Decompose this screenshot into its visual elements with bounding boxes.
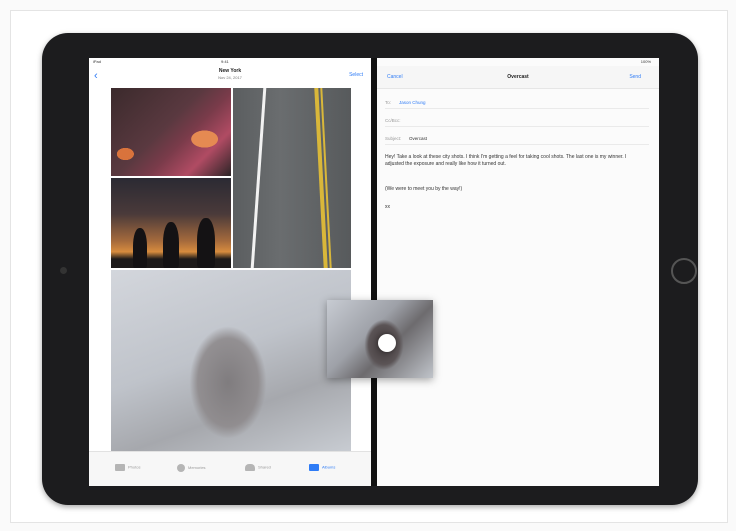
tab-label: Photos	[128, 464, 141, 470]
subject-field[interactable]: Subject: Overcast	[385, 132, 649, 145]
portrait-figure	[153, 278, 303, 452]
compose-header: Cancel Overcast Send	[377, 66, 659, 89]
silhouette-person	[163, 222, 179, 268]
photo-road[interactable]	[233, 88, 351, 268]
tab-label: Memories	[188, 465, 206, 471]
tab-memories[interactable]: Memories	[177, 464, 206, 474]
status-time: 9:41	[221, 59, 229, 64]
album-subtitle: Nov 24, 2017	[218, 75, 242, 80]
cc-bcc-label: Cc/Bcc:	[385, 118, 401, 123]
to-recipient[interactable]: Jason Chung	[399, 100, 426, 105]
photo-oranges[interactable]	[111, 88, 231, 176]
album-title: New York	[218, 68, 242, 74]
photo-silhouettes[interactable]	[111, 178, 231, 268]
tab-albums[interactable]: Albums	[309, 464, 335, 474]
status-bar: iPad 9:41	[89, 58, 371, 66]
tab-photos[interactable]: Photos	[115, 464, 140, 474]
silhouette-person	[197, 218, 215, 268]
status-battery: 100%	[640, 59, 651, 64]
home-button[interactable]	[671, 258, 697, 284]
silhouette-person	[133, 228, 147, 268]
road-marking	[250, 88, 267, 268]
photos-pane: iPad 9:41 ‹ New York Nov 24, 2017 Select…	[89, 58, 371, 486]
photos-nav-bar: ‹ New York Nov 24, 2017 Select	[89, 66, 371, 88]
photos-tab-bar: Photos Memories Shared Albums	[89, 451, 371, 486]
touch-indicator	[378, 334, 396, 352]
to-label: To:	[385, 100, 392, 105]
message-body-paragraph[interactable]: Hey! Take a look at these city shots. I …	[385, 154, 630, 168]
select-button[interactable]: Select	[349, 72, 363, 78]
photo-hair-portrait[interactable]	[111, 270, 351, 452]
status-bar: 100%	[377, 58, 659, 66]
to-field[interactable]: To: Jason Chung	[385, 96, 649, 109]
cloud-icon	[245, 464, 255, 471]
photos-icon	[115, 464, 125, 471]
ipad-screen: iPad 9:41 ‹ New York Nov 24, 2017 Select…	[89, 58, 659, 486]
tab-shared[interactable]: Shared	[245, 464, 271, 474]
subject-value[interactable]: Overcast	[409, 136, 427, 141]
tab-label: Albums	[322, 464, 336, 470]
status-carrier: iPad	[93, 59, 102, 64]
mail-compose-pane: 100% Cancel Overcast Send To: Jason Chun…	[377, 58, 659, 486]
albums-icon	[309, 464, 319, 471]
compose-title: Overcast	[507, 74, 529, 80]
subject-label: Subject:	[385, 136, 402, 141]
memories-icon	[177, 464, 185, 472]
tab-label: Shared	[258, 464, 271, 470]
message-signature[interactable]: xx	[385, 204, 630, 211]
cc-bcc-field[interactable]: Cc/Bcc:	[385, 114, 649, 127]
message-body-paragraph[interactable]: (We were to meet you by the way!)	[385, 186, 630, 193]
send-button[interactable]: Send	[629, 74, 641, 80]
front-camera	[60, 267, 67, 274]
